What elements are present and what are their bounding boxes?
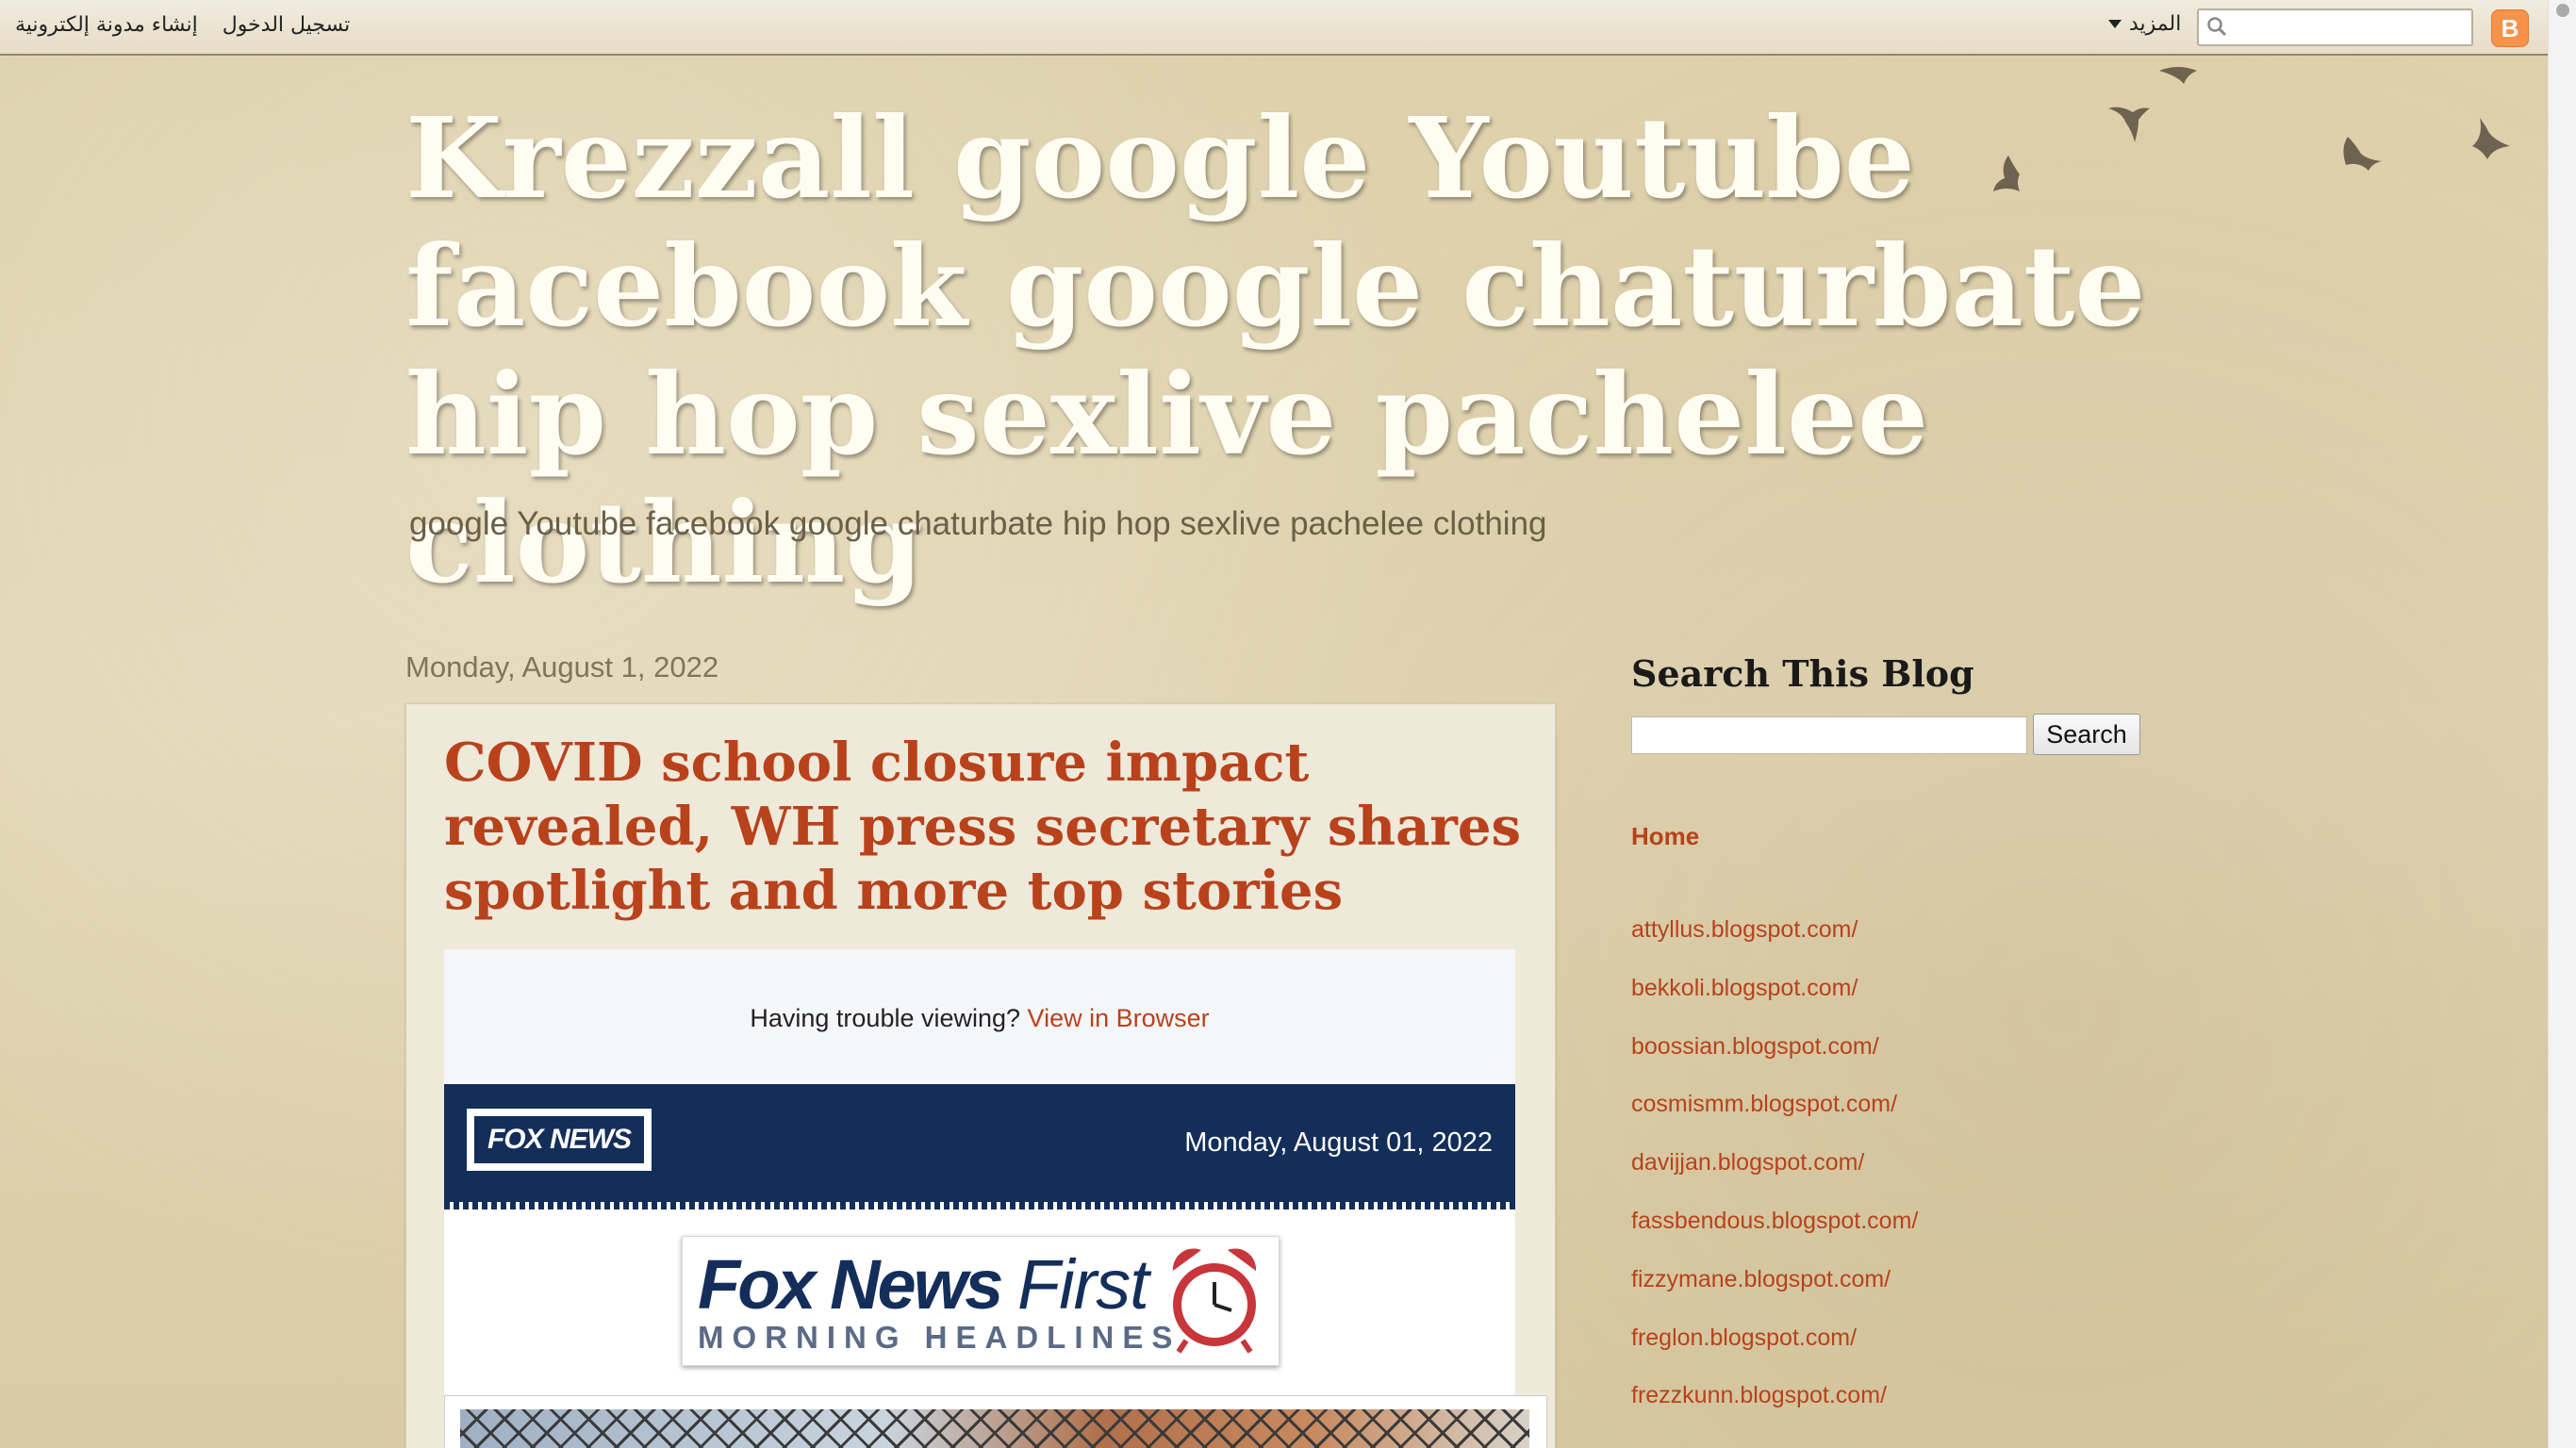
list-item: freglon.blogspot.com/ — [1631, 1325, 1918, 1383]
banner-edge-divider — [444, 1202, 1515, 1209]
create-blog-link[interactable]: إنشاء مدونة إلكترونية — [15, 13, 198, 37]
scrollbar-thumb[interactable] — [2556, 4, 2569, 17]
navbar-search-input[interactable] — [2197, 8, 2473, 46]
alarm-clock-icon — [1172, 1248, 1257, 1354]
list-item: boossian.blogspot.com/ — [1631, 1033, 1918, 1092]
blog-search-input[interactable] — [1631, 716, 2027, 754]
fox-news-logo[interactable]: FOX NEWS — [467, 1109, 652, 1171]
fnf-first-text: First — [1017, 1245, 1149, 1324]
morning-headlines-text: MORNING HEADLINES — [698, 1320, 1181, 1355]
blogger-logo-icon[interactable]: B — [2491, 9, 2529, 47]
list-item: attyllus.blogspot.com/ — [1631, 916, 1918, 975]
blog-link[interactable]: fizzymane.blogspot.com/ — [1631, 1266, 1891, 1292]
trouble-viewing-text: Having trouble viewing? — [750, 1004, 1028, 1032]
fox-news-banner: FOX NEWS Monday, August 01, 2022 — [444, 1084, 1515, 1205]
vertical-scrollbar[interactable] — [2548, 0, 2576, 1448]
home-link[interactable]: Home — [1631, 822, 1699, 851]
view-in-browser-link[interactable]: View in Browser — [1028, 1004, 1210, 1032]
article-photo-frame — [444, 1395, 1547, 1448]
post-date-header: Monday, August 1, 2022 — [405, 650, 719, 683]
fox-news-first-logo[interactable]: Fox News First MORNING HEADLINES — [682, 1236, 1280, 1366]
caret-down-icon — [2108, 20, 2122, 28]
blog-link[interactable]: attyllus.blogspot.com/ — [1631, 916, 1858, 943]
blog-links-list: attyllus.blogspot.com/ bekkoli.blogspot.… — [1631, 916, 1918, 1440]
blog-link[interactable]: boossian.blogspot.com/ — [1631, 1033, 1879, 1060]
list-item: fassbendous.blogspot.com/ — [1631, 1208, 1918, 1266]
post-card: COVID school closure impact revealed, WH… — [405, 703, 1556, 1448]
more-menu-button[interactable]: المزيد — [2108, 12, 2181, 36]
list-item: frezzkunn.blogspot.com/ — [1631, 1382, 1918, 1440]
sign-in-link[interactable]: تسجيل الدخول — [223, 13, 351, 37]
blog-link[interactable]: freglon.blogspot.com/ — [1631, 1325, 1857, 1351]
list-item: bekkoli.blogspot.com/ — [1631, 975, 1918, 1033]
fnf-main-text: Fox News — [698, 1245, 1003, 1324]
search-blog-title: Search This Blog — [1631, 652, 1974, 695]
fox-news-logo-text: FOX NEWS — [474, 1116, 644, 1163]
list-item: cosmismm.blogspot.com/ — [1631, 1091, 1918, 1149]
blog-link[interactable]: cosmismm.blogspot.com/ — [1631, 1091, 1897, 1117]
blog-link[interactable]: davijjan.blogspot.com/ — [1631, 1149, 1864, 1176]
blog-description: google Youtube facebook google chaturbat… — [409, 505, 1547, 542]
article-photo[interactable] — [460, 1409, 1529, 1448]
newsletter-embed: Having trouble viewing? View in Browser … — [444, 949, 1515, 1448]
list-item: fizzymane.blogspot.com/ — [1631, 1266, 1918, 1325]
post-title[interactable]: COVID school closure impact revealed, WH… — [444, 731, 1528, 923]
list-item: davijjan.blogspot.com/ — [1631, 1149, 1918, 1208]
blog-link[interactable]: frezzkunn.blogspot.com/ — [1631, 1382, 1887, 1408]
nav-account-links: تسجيل الدخول إنشاء مدونة إلكترونية — [15, 13, 350, 37]
search-icon — [2207, 17, 2227, 37]
blog-link[interactable]: bekkoli.blogspot.com/ — [1631, 975, 1858, 1001]
fox-news-first-area: Fox News First MORNING HEADLINES — [444, 1209, 1515, 1398]
blogger-navbar: تسجيل الدخول إنشاء مدونة إلكترونية المزي… — [0, 0, 2548, 56]
trouble-viewing-line: Having trouble viewing? View in Browser — [444, 1004, 1515, 1033]
blog-search-button[interactable]: Search — [2033, 714, 2140, 755]
more-menu-label: المزيد — [2129, 12, 2182, 36]
banner-date: Monday, August 01, 2022 — [1184, 1127, 1493, 1158]
fox-news-first-wordmark: Fox News First — [698, 1244, 1149, 1325]
blog-link[interactable]: fassbendous.blogspot.com/ — [1631, 1208, 1918, 1234]
